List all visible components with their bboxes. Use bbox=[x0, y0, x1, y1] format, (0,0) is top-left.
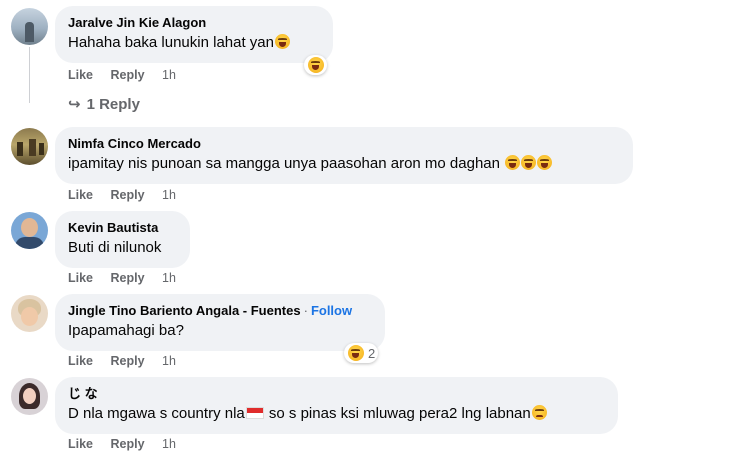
comment-text: D nla mgawa s country nla so s pinas ksi… bbox=[68, 404, 605, 424]
rofl-emoji-icon bbox=[505, 155, 521, 170]
avatar[interactable] bbox=[11, 295, 48, 332]
comment-author[interactable]: Jaralve Jin Kie Alagon bbox=[68, 14, 320, 31]
like-button[interactable]: Like bbox=[68, 68, 93, 82]
like-button[interactable]: Like bbox=[68, 271, 93, 285]
comment-bubble: Jaralve Jin Kie Alagon Hahaha baka lunuk… bbox=[55, 6, 333, 63]
reply-button[interactable]: Reply bbox=[111, 271, 145, 285]
reaction-summary[interactable]: 2 bbox=[344, 343, 379, 363]
like-button[interactable]: Like bbox=[68, 437, 93, 451]
comment-text: ipamitay nis punoan sa mangga unya paaso… bbox=[68, 154, 620, 174]
comment-bubble: Nimfa Cinco Mercado ipamitay nis punoan … bbox=[55, 127, 633, 184]
comment-bubble: Jingle Tino Bariento Angala - Fuentes · Fo… bbox=[55, 294, 385, 351]
view-replies-link[interactable]: ↪ 1 Reply bbox=[68, 95, 140, 113]
like-button[interactable]: Like bbox=[68, 188, 93, 202]
reaction-count: 2 bbox=[368, 345, 376, 361]
comment-author[interactable]: Kevin Bautista bbox=[68, 219, 177, 236]
comment-bubble: Kevin Bautista Buti di nilunok bbox=[55, 211, 190, 268]
laughing-emoji-icon bbox=[275, 34, 290, 49]
comment-text: Buti di nilunok bbox=[68, 239, 162, 256]
thread-line bbox=[29, 47, 30, 103]
flag-icon bbox=[245, 407, 264, 419]
comment-author[interactable]: Nimfa Cinco Mercado bbox=[68, 135, 620, 152]
sad-emoji-icon bbox=[531, 405, 547, 420]
comment-bubble: じ な D nla mgawa s country nla so s pinas… bbox=[55, 377, 618, 434]
comment-text: Ipapamahagi ba? bbox=[68, 322, 184, 339]
timestamp[interactable]: 1h bbox=[162, 271, 176, 285]
comment-text: Hahaha baka lunukin lahat yan bbox=[68, 33, 320, 53]
avatar[interactable] bbox=[11, 128, 48, 165]
comment-actions: Like Reply 1h bbox=[68, 68, 176, 82]
reaction-summary[interactable] bbox=[304, 55, 327, 75]
laughing-emoji-icon bbox=[308, 57, 324, 73]
like-button[interactable]: Like bbox=[68, 354, 93, 368]
comment-actions: Like Reply 1h bbox=[68, 188, 176, 202]
comment-actions: Like Reply 1h bbox=[68, 354, 176, 368]
rofl-emoji-icon bbox=[537, 155, 553, 170]
rofl-emoji-icon bbox=[521, 155, 537, 170]
reply-button[interactable]: Reply bbox=[111, 68, 145, 82]
reply-arrow-icon: ↪ bbox=[68, 96, 81, 113]
avatar[interactable] bbox=[11, 378, 48, 415]
avatar[interactable] bbox=[11, 8, 48, 45]
separator-dot: · bbox=[303, 303, 308, 318]
comment-author[interactable]: じ な bbox=[68, 385, 605, 402]
reply-button[interactable]: Reply bbox=[111, 437, 145, 451]
timestamp[interactable]: 1h bbox=[162, 437, 176, 451]
avatar[interactable] bbox=[11, 212, 48, 249]
reply-button[interactable]: Reply bbox=[111, 188, 145, 202]
laughing-emoji-icon bbox=[348, 345, 364, 361]
timestamp[interactable]: 1h bbox=[162, 188, 176, 202]
reply-button[interactable]: Reply bbox=[111, 354, 145, 368]
replies-count: 1 Reply bbox=[86, 96, 140, 113]
follow-button[interactable]: Follow bbox=[311, 303, 352, 318]
comment-actions: Like Reply 1h bbox=[68, 271, 176, 285]
comment-author[interactable]: Jingle Tino Bariento Angala - Fuentes bbox=[68, 303, 301, 318]
timestamp[interactable]: 1h bbox=[162, 68, 176, 82]
comment-actions: Like Reply 1h bbox=[68, 437, 176, 451]
comment-author-row: Jingle Tino Bariento Angala - Fuentes · Fo… bbox=[68, 302, 372, 319]
timestamp[interactable]: 1h bbox=[162, 354, 176, 368]
